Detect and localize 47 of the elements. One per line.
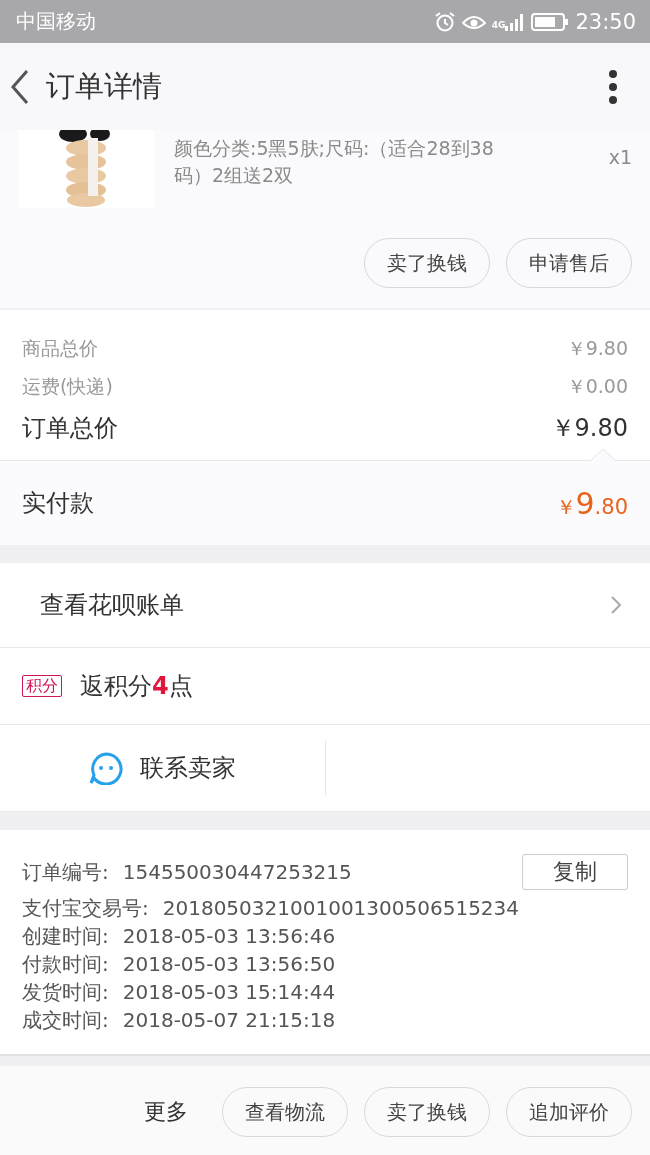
copy-button[interactable]: 复制 <box>522 854 628 890</box>
info-label: 创建时间: <box>22 922 109 950</box>
quantity-label: x1 <box>608 146 632 168</box>
info-value: 154550030447253215 <box>122 860 352 884</box>
chat-face-icon <box>88 751 125 785</box>
info-label: 成交时间: <box>22 1006 109 1034</box>
info-value: 2018-05-03 15:14:44 <box>122 980 336 1004</box>
action-button[interactable]: 申请售后 <box>506 238 632 288</box>
info-label: 付款时间: <box>22 950 109 978</box>
back-icon[interactable] <box>10 68 30 105</box>
info-label: 支付宝交易号: <box>22 894 149 922</box>
total-value: ￥9.80 <box>566 336 628 361</box>
total-label: 商品总价 <box>22 336 98 361</box>
info-label: 订单编号: <box>22 858 109 886</box>
points-text: 返积分4点 <box>80 671 193 702</box>
info-label: 发货时间: <box>22 978 109 1006</box>
alarm-icon <box>433 10 456 33</box>
chevron-right-icon <box>610 595 622 615</box>
paid-decimal: .80 <box>594 494 628 519</box>
currency-sign: ￥ <box>555 494 576 519</box>
product-spec: 颜色分类:5黑5肤;尺码:（适合28到38码）2组送2双 <box>174 136 495 188</box>
network-label: 4G <box>491 19 506 30</box>
more-icon[interactable] <box>608 69 618 104</box>
total-label: 订单总价 <box>22 413 118 444</box>
info-value: 2018050321001001300506515234 <box>162 896 520 920</box>
action-button[interactable]: 卖了换钱 <box>364 238 490 288</box>
battery-icon <box>531 12 570 31</box>
huabei-label: 查看花呗账单 <box>40 590 184 621</box>
page-title: 订单详情 <box>46 67 163 105</box>
paid-label: 实付款 <box>22 488 94 519</box>
signal-icon <box>505 12 526 31</box>
contact-seller-button[interactable]: 联系卖家 <box>0 725 325 811</box>
info-value: 2018-05-03 13:56:50 <box>122 952 336 976</box>
more-link[interactable]: 更多 <box>144 1097 188 1127</box>
action-button[interactable]: 追加评价 <box>506 1087 632 1137</box>
paid-integer: 9 <box>575 485 595 521</box>
clock-time: 23:50 <box>575 9 636 34</box>
action-button[interactable]: 查看物流 <box>222 1087 348 1137</box>
total-label: 运费(快递) <box>22 374 113 399</box>
total-value: ￥0.00 <box>566 374 628 399</box>
points-badge: 积分 <box>22 675 62 697</box>
carrier-name: 中国移动 <box>16 8 96 35</box>
total-value: ￥9.80 <box>550 413 628 444</box>
info-value: 2018-05-07 21:15:18 <box>122 1008 336 1032</box>
action-button[interactable]: 卖了换钱 <box>364 1087 490 1137</box>
info-value: 2018-05-03 13:56:46 <box>122 924 336 948</box>
huabei-row[interactable]: 查看花呗账单 <box>0 563 650 648</box>
